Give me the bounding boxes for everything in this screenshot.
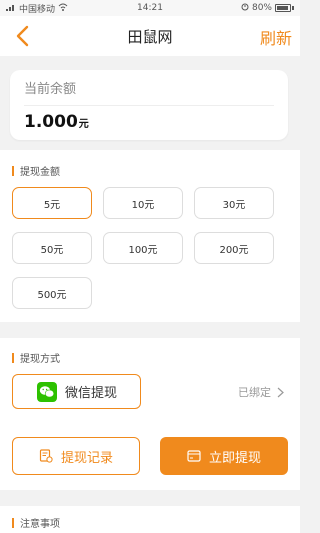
amount-section-title: 提现金额: [20, 167, 60, 178]
amount-option-50[interactable]: 50元: [12, 232, 92, 264]
section-marker: [12, 165, 14, 176]
amount-option-500[interactable]: 500元: [12, 277, 92, 309]
nav-bar: 田鼠网 刷新: [0, 16, 300, 56]
battery-icon: [275, 4, 291, 12]
chevron-right-icon: [277, 387, 284, 397]
section-marker: [12, 517, 14, 528]
balance-label: 当前余额: [24, 78, 274, 106]
wallet-icon: [187, 450, 201, 462]
page-title: 田鼠网: [127, 27, 173, 46]
withdraw-now-button[interactable]: 立即提现: [160, 437, 288, 475]
withdraw-record-button[interactable]: 提现记录: [12, 437, 140, 475]
withdraw-record-label: 提现记录: [60, 450, 113, 466]
wifi-icon: [58, 3, 68, 14]
notes-section-title: 注意事项: [20, 519, 60, 530]
chevron-left-icon: [16, 25, 29, 47]
amount-option-10[interactable]: 10元: [103, 187, 183, 219]
amount-option-100[interactable]: 100元: [103, 232, 183, 264]
amount-option-200[interactable]: 200元: [194, 232, 274, 264]
notes-section: 注意事项: [0, 506, 300, 533]
status-bar: 中国移动 14:21 80%: [0, 0, 300, 16]
alarm-icon: [241, 3, 249, 14]
signal-icon: [6, 3, 16, 14]
notes-section-header: 注意事项: [12, 515, 60, 530]
method-section: 提现方式 微信提现 已绑定 提现记录 立即提现: [0, 338, 300, 490]
record-icon: [39, 449, 53, 463]
bound-status-label: 已绑定: [238, 386, 271, 399]
amount-section-header: 提现金额: [12, 163, 60, 178]
amount-option-5[interactable]: 5元: [12, 187, 92, 219]
amount-option-30[interactable]: 30元: [194, 187, 274, 219]
wechat-icon: [37, 381, 57, 402]
refresh-button[interactable]: 刷新: [260, 25, 292, 49]
section-marker: [12, 352, 14, 363]
amount-section: 提现金额 5元 10元 30元 50元 100元 200元 500元: [0, 150, 300, 322]
method-section-title: 提现方式: [20, 354, 60, 365]
balance-amount: 1.000元: [24, 112, 274, 132]
method-section-header: 提现方式: [12, 350, 60, 365]
balance-card: 当前余额 1.000元: [10, 70, 288, 140]
carrier-label: 中国移动: [19, 4, 56, 15]
bound-status[interactable]: 已绑定: [238, 384, 284, 400]
back-button[interactable]: [10, 23, 34, 49]
wechat-withdraw-label: 微信提现: [65, 386, 118, 401]
wechat-withdraw-option[interactable]: 微信提现: [12, 374, 141, 409]
withdraw-now-label: 立即提现: [208, 450, 261, 466]
battery-percent: 80%: [251, 3, 272, 13]
balance-value: 1.000: [24, 112, 78, 132]
balance-unit: 元: [78, 119, 89, 130]
